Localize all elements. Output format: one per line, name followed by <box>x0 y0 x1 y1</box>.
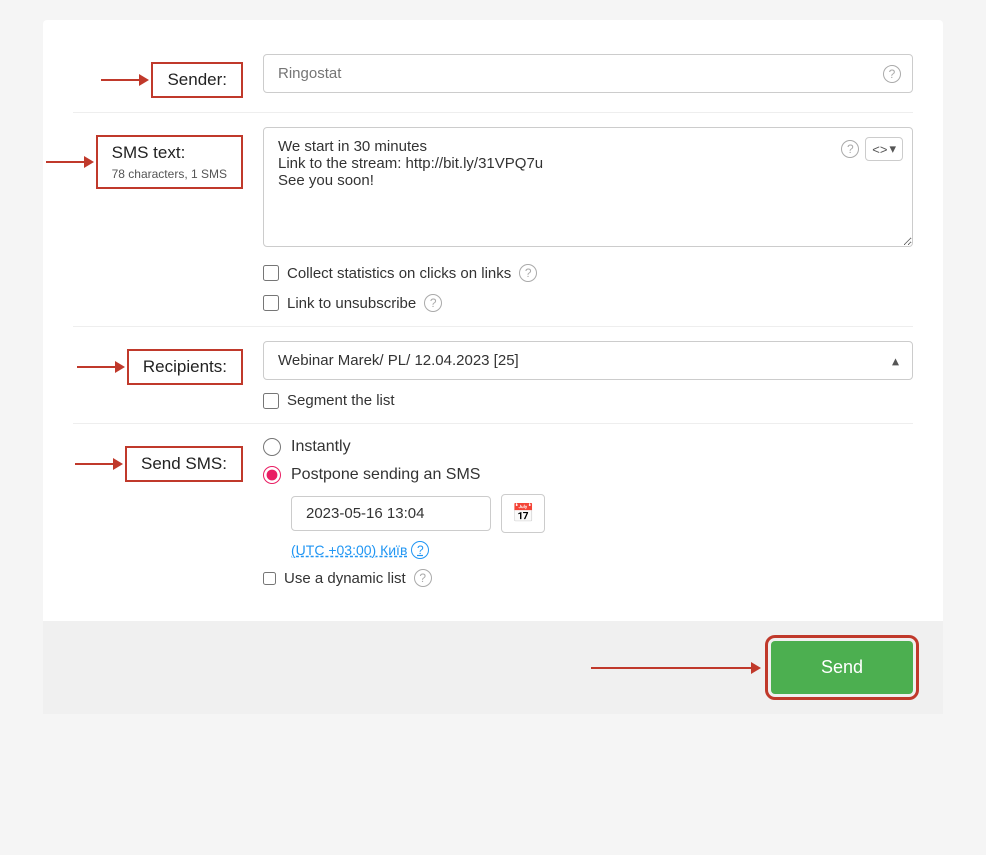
sms-arrow-head <box>84 156 94 168</box>
sms-help-icon[interactable]: ? <box>841 140 859 158</box>
sms-label-col: SMS text: 78 characters, 1 SMS <box>73 127 243 189</box>
sms-textarea-wrapper: We start in 30 minutes Link to the strea… <box>263 127 913 252</box>
sms-label: SMS text: <box>112 143 186 162</box>
postpone-radio-row: Postpone sending an SMS <box>263 466 913 484</box>
sms-code-button[interactable]: <> ▾ <box>865 137 903 161</box>
datetime-row: 📅 <box>291 494 913 533</box>
send-sms-label: Send SMS: <box>141 454 227 473</box>
segment-checkbox[interactable] <box>263 393 279 409</box>
recipients-label-box: Recipients: <box>127 349 243 385</box>
unsubscribe-checkbox-row: Link to unsubscribe ? <box>263 294 913 312</box>
instantly-label: Instantly <box>291 438 351 456</box>
sms-arrow <box>46 156 94 168</box>
send-btn-wrapper: Send <box>771 641 913 694</box>
send-sms-content: Instantly Postpone sending an SMS 📅 (UTC… <box>263 438 913 587</box>
sender-section: Sender: ? <box>43 40 943 112</box>
instantly-radio[interactable] <box>263 438 281 456</box>
form-footer: Send <box>43 621 943 714</box>
page-wrapper: Sender: ? SMS text: 78 characters, 1 SMS <box>43 20 943 714</box>
postpone-label: Postpone sending an SMS <box>291 466 480 484</box>
calendar-button[interactable]: 📅 <box>501 494 545 533</box>
sms-arrow-line <box>46 161 84 163</box>
send-sms-label-box: Send SMS: <box>125 446 243 482</box>
unsubscribe-checkbox[interactable] <box>263 295 279 311</box>
sender-input-wrapper: ? <box>263 54 913 93</box>
sender-arrow-head <box>139 74 149 86</box>
recipients-label-col: Recipients: <box>73 341 243 385</box>
recipients-arrow-head <box>115 361 125 373</box>
dynamic-list-checkbox[interactable] <box>263 572 276 585</box>
unsubscribe-help-icon[interactable]: ? <box>424 294 442 312</box>
statistics-checkbox[interactable] <box>263 265 279 281</box>
sms-icons-group: ? <> ▾ <box>841 137 903 161</box>
sender-help-icon[interactable]: ? <box>883 65 901 83</box>
statistics-help-icon[interactable]: ? <box>519 264 537 282</box>
recipients-arrow-line <box>77 366 115 368</box>
segment-label: Segment the list <box>287 392 395 409</box>
send-sms-label-col: Send SMS: <box>73 438 243 482</box>
calendar-icon: 📅 <box>512 503 534 523</box>
unsubscribe-label: Link to unsubscribe <box>287 295 416 312</box>
segment-checkbox-row: Segment the list <box>263 392 913 409</box>
sender-content: ? <box>263 54 913 93</box>
sender-input[interactable] <box>263 54 913 93</box>
sender-label: Sender: <box>167 70 227 89</box>
sms-text-section: SMS text: 78 characters, 1 SMS We start … <box>43 113 943 326</box>
recipients-dropdown[interactable]: Webinar Marek/ PL/ 12.04.2023 [25] <box>263 341 913 380</box>
sender-label-box: Sender: <box>151 62 243 98</box>
send-arrow <box>591 662 761 674</box>
sender-arrow-line <box>101 79 139 81</box>
timezone-help-icon[interactable]: ? <box>411 541 429 559</box>
sms-textarea[interactable]: We start in 30 minutes Link to the strea… <box>263 127 913 247</box>
send-sms-arrow-line <box>75 463 113 465</box>
postpone-radio[interactable] <box>263 466 281 484</box>
sms-char-count: 78 characters, 1 SMS <box>112 167 227 181</box>
dynamic-list-label: Use a dynamic list <box>284 570 406 587</box>
sms-content: We start in 30 minutes Link to the strea… <box>263 127 913 312</box>
datetime-input[interactable] <box>291 496 491 531</box>
recipients-arrow <box>77 361 125 373</box>
send-sms-section: Send SMS: Instantly Postpone sending an … <box>43 424 943 601</box>
send-button[interactable]: Send <box>771 641 913 694</box>
code-dropdown-arrow: ▾ <box>889 141 896 157</box>
recipients-dropdown-wrapper: Webinar Marek/ PL/ 12.04.2023 [25] ▴ <box>263 341 913 380</box>
code-icon: <> <box>872 142 887 157</box>
statistics-checkbox-row: Collect statistics on clicks on links ? <box>263 264 913 282</box>
timezone-text: (UTC +03:00) Київ <box>291 542 407 558</box>
sender-arrow <box>101 74 149 86</box>
send-sms-arrow <box>75 458 123 470</box>
recipients-label: Recipients: <box>143 357 227 376</box>
send-arrow-line <box>591 667 751 669</box>
send-arrow-head <box>751 662 761 674</box>
statistics-label: Collect statistics on clicks on links <box>287 265 511 282</box>
send-sms-arrow-head <box>113 458 123 470</box>
instantly-radio-row: Instantly <box>263 438 913 456</box>
sms-label-box: SMS text: 78 characters, 1 SMS <box>96 135 243 189</box>
sender-label-col: Sender: <box>73 54 243 98</box>
dynamic-list-help-icon[interactable]: ? <box>414 569 432 587</box>
recipients-content: Webinar Marek/ PL/ 12.04.2023 [25] ▴ Seg… <box>263 341 913 409</box>
dynamic-list-row: Use a dynamic list ? <box>263 569 913 587</box>
recipients-section: Recipients: Webinar Marek/ PL/ 12.04.202… <box>43 327 943 423</box>
timezone-link[interactable]: (UTC +03:00) Київ ? <box>291 541 913 559</box>
